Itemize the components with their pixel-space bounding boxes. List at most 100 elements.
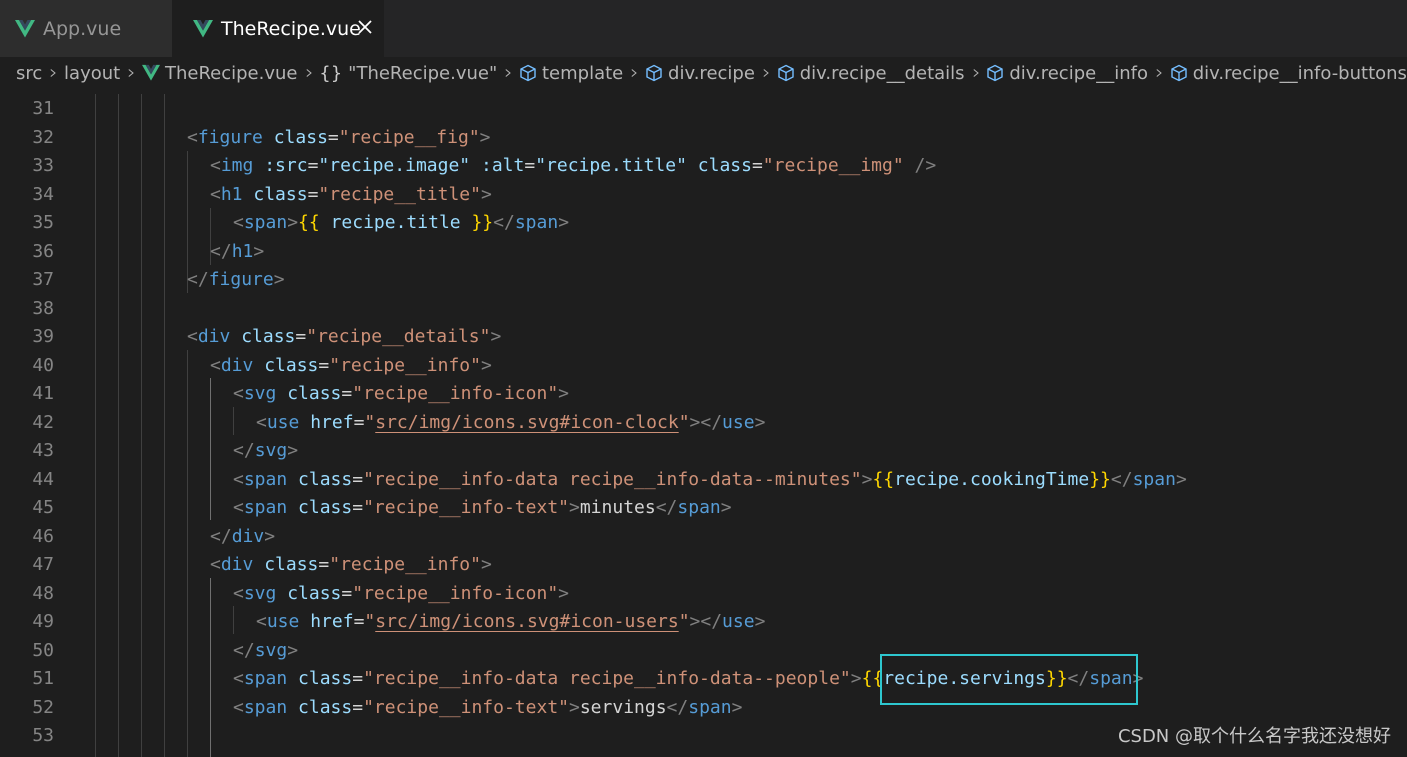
line-number: 39 [32, 326, 54, 347]
code-content: </svg> [233, 639, 299, 661]
href-link[interactable]: src/img/icons.svg#icon-users [375, 611, 678, 632]
line-number: 37 [32, 269, 54, 290]
line-number: 46 [32, 525, 54, 547]
cube-icon [1171, 64, 1187, 82]
code-line: 34 <h1 class="recipe__title"> [0, 180, 1407, 209]
breadcrumb-label: div.recipe__info [1009, 62, 1148, 84]
code-line: 32 <figure class="recipe__fig"> [0, 123, 1407, 152]
breadcrumb-label: TheRecipe.vue [164, 62, 298, 84]
cube-icon [646, 64, 662, 82]
code-content: <figure class="recipe__fig"> [187, 126, 491, 148]
breadcrumb: src layout TheRecipe.vue {} "TheRecipe.v… [0, 57, 1407, 89]
vue-logo-icon [15, 19, 35, 37]
chevron-right-icon [973, 69, 979, 77]
highlight-box [880, 654, 1138, 705]
breadcrumb-item-src[interactable]: src [16, 63, 42, 84]
chevron-right-icon [763, 69, 769, 77]
code-line: 47 <div class="recipe__info"> [0, 550, 1407, 579]
code-content: <span class="recipe__info-data recipe__i… [233, 468, 1187, 490]
breadcrumb-item-layout[interactable]: layout [64, 63, 120, 84]
breadcrumb-item-div-recipe[interactable]: div.recipe [645, 63, 755, 84]
code-line: 31 [0, 94, 1407, 123]
line-number: 34 [32, 183, 54, 205]
vue-logo-icon [193, 19, 213, 37]
line-number: 38 [32, 297, 54, 319]
code-line: 38 [0, 294, 1407, 323]
breadcrumb-label: "TheRecipe.vue" [348, 62, 498, 84]
code-content: <svg class="recipe__info-icon"> [233, 383, 569, 404]
code-line: 33 <img :src="recipe.image" :alt="recipe… [0, 151, 1407, 180]
code-content: </h1> [210, 240, 265, 262]
line-number: 32 [32, 126, 54, 148]
code-editor[interactable]: 31 32 <figure class="recipe__fig"> 33 <i… [0, 94, 1407, 757]
code-line: 35 <span>{{ recipe.title }}</span> [0, 208, 1407, 237]
code-line: 36 </h1> [0, 237, 1407, 266]
line-number: 43 [32, 440, 54, 461]
line-number: 31 [32, 98, 54, 119]
code-line: 50 </svg> [0, 636, 1407, 665]
breadcrumb-item-div-recipe-info[interactable]: div.recipe__info [986, 63, 1148, 84]
code-line: 44 <span class="recipe__info-data recipe… [0, 465, 1407, 494]
chevron-right-icon [128, 69, 135, 77]
breadcrumb-label: template [542, 62, 624, 84]
line-number: 53 [32, 725, 54, 746]
code-line: 37 </figure> [0, 265, 1407, 294]
code-line: 49 <use href="src/img/icons.svg#icon-use… [0, 607, 1407, 636]
line-number: 33 [32, 155, 54, 176]
line-number: 48 [32, 582, 54, 604]
href-link[interactable]: src/img/icons.svg#icon-clock [375, 412, 678, 433]
code-content: <h1 class="recipe__title"> [210, 183, 492, 205]
tab-therecipe-vue[interactable]: TheRecipe.vue [172, 0, 384, 57]
line-number: 51 [32, 668, 54, 689]
tab-label: App.vue [43, 17, 122, 40]
line-number: 49 [32, 611, 54, 632]
code-content: <span class="recipe__info-text">minutes<… [233, 497, 732, 518]
cube-icon [520, 64, 536, 82]
line-number: 41 [32, 383, 54, 404]
braces-icon: {} [319, 62, 343, 84]
breadcrumb-item-module[interactable]: {} "TheRecipe.vue" [319, 63, 497, 84]
breadcrumb-item-file[interactable]: TheRecipe.vue [141, 62, 298, 84]
breadcrumb-item-template[interactable]: template [519, 63, 623, 84]
breadcrumb-label: div.recipe [668, 62, 755, 84]
code-content: <svg class="recipe__info-icon"> [233, 582, 569, 604]
code-content: <span class="recipe__info-text">servings… [233, 696, 743, 718]
code-content: <use href="src/img/icons.svg#icon-users"… [256, 611, 766, 632]
line-number: 35 [32, 212, 54, 233]
breadcrumb-label: div.recipe__info-buttons [1192, 62, 1407, 84]
chevron-right-icon [305, 69, 312, 77]
code-content: <div class="recipe__info"> [210, 554, 492, 575]
line-number: 44 [32, 468, 54, 490]
line-number: 52 [32, 696, 54, 718]
breadcrumb-item-div-recipe-info-buttons[interactable]: div.recipe__info-buttons [1170, 63, 1407, 84]
code-line: 40 <div class="recipe__info"> [0, 351, 1407, 380]
line-number: 42 [32, 411, 54, 433]
code-content: </svg> [233, 440, 299, 461]
line-number: 50 [32, 639, 54, 661]
breadcrumb-item-div-recipe-details[interactable]: div.recipe__details [777, 63, 965, 84]
chevron-right-icon [50, 69, 57, 77]
code-line: 46 </div> [0, 522, 1407, 551]
breadcrumb-label: src [16, 62, 43, 84]
line-number: 45 [32, 497, 54, 518]
cube-icon [777, 64, 794, 82]
breadcrumb-label: layout [64, 62, 121, 84]
code-line: 41 <svg class="recipe__info-icon"> [0, 379, 1407, 408]
breadcrumb-label: div.recipe__details [799, 62, 965, 84]
code-content: </figure> [187, 269, 285, 290]
line-number: 40 [32, 354, 54, 376]
code-line: 42 <use href="src/img/icons.svg#icon-clo… [0, 408, 1407, 437]
code-line: 45 <span class="recipe__info-text">minut… [0, 493, 1407, 522]
code-content: </div> [210, 525, 276, 547]
watermark: CSDN @取个什么名字我还没想好 [1117, 726, 1391, 747]
chevron-right-icon [1156, 69, 1162, 77]
cube-icon [987, 64, 1004, 82]
chevron-right-icon [631, 69, 638, 77]
tab-bar: App.vue TheRecipe.vue [0, 0, 1407, 57]
code-line: 43 </svg> [0, 436, 1407, 465]
line-number: 47 [32, 554, 54, 575]
close-icon[interactable] [354, 16, 376, 38]
line-number: 36 [32, 240, 54, 262]
code-content: <div class="recipe__details"> [187, 326, 502, 347]
tab-app-vue[interactable]: App.vue [0, 0, 172, 57]
